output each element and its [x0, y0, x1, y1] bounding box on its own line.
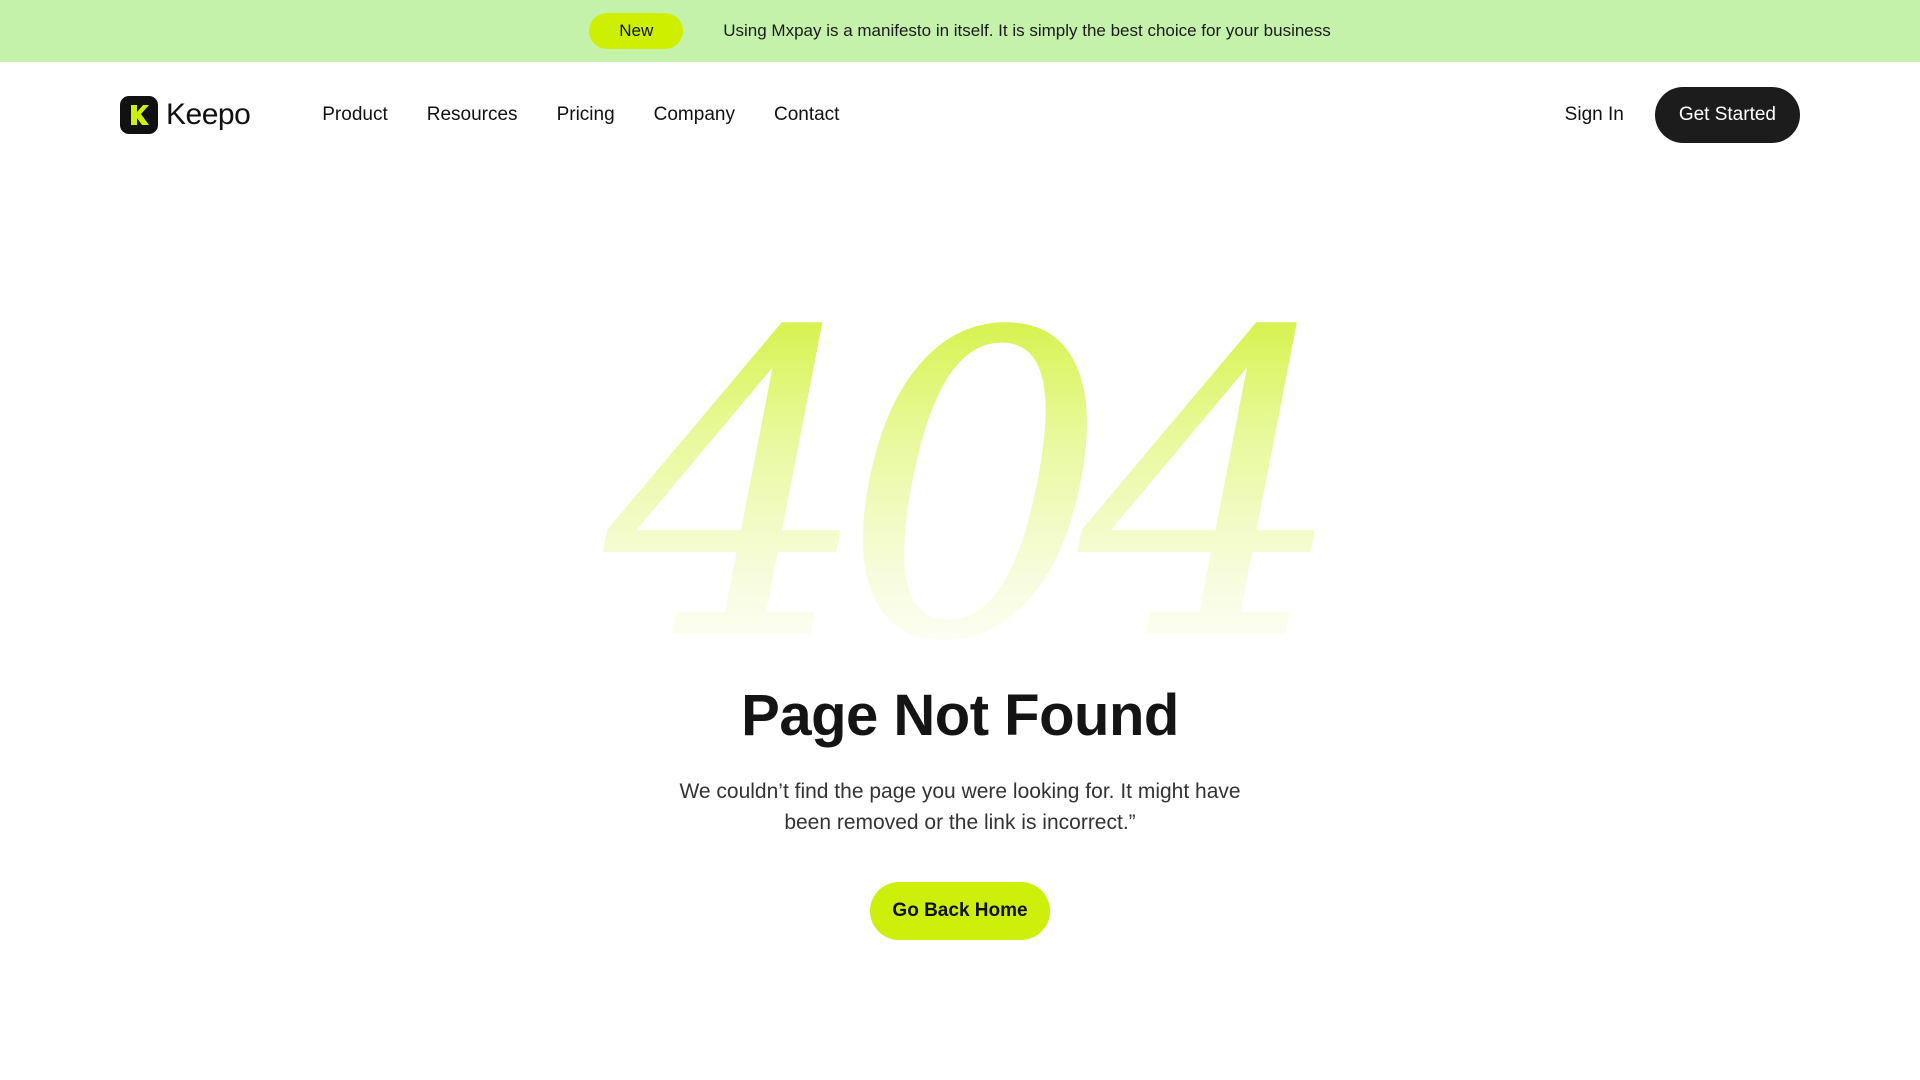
nav-company[interactable]: Company [654, 104, 735, 126]
logo[interactable]: Keepo [120, 96, 251, 134]
logo-text: Keepo [166, 98, 251, 131]
error-description: We couldn’t find the page you were looki… [679, 780, 1241, 834]
nav-contact[interactable]: Contact [774, 104, 839, 126]
announcement-content: New Using Mxpay is a manifesto in itself… [589, 13, 1331, 49]
site-header: Keepo Product Resources Pricing Company … [0, 62, 1920, 168]
nav-resources[interactable]: Resources [427, 104, 518, 126]
new-badge: New [589, 13, 684, 49]
nav-pricing[interactable]: Pricing [557, 104, 615, 126]
k-logo-icon [120, 96, 158, 134]
announcement-text: Using Mxpay is a manifesto in itself. It… [723, 21, 1331, 40]
header-actions: Sign In Get Started [1565, 87, 1800, 143]
announcement-bar: New Using Mxpay is a manifesto in itself… [0, 0, 1920, 62]
nav-product[interactable]: Product [322, 104, 387, 126]
page-title: Page Not Found [741, 683, 1179, 748]
main-nav: Product Resources Pricing Company Contac… [322, 104, 839, 126]
get-started-button[interactable]: Get Started [1654, 87, 1800, 143]
sign-in-link[interactable]: Sign In [1565, 104, 1624, 126]
go-back-home-button[interactable]: Go Back Home [870, 882, 1050, 940]
error-code-404: 404 [560, 280, 1360, 700]
